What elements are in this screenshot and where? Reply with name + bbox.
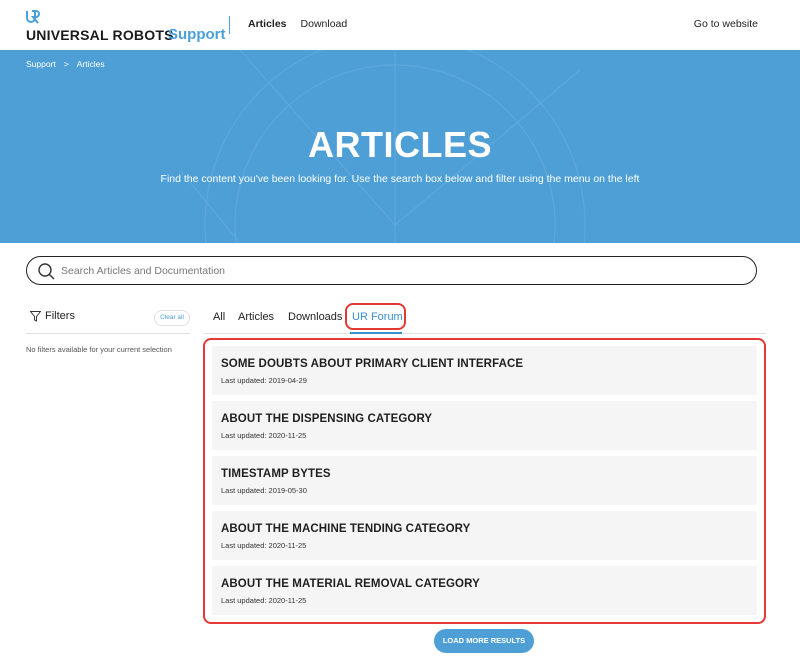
- clear-all-button[interactable]: Clear all: [154, 310, 190, 326]
- top-navigation-bar: UNIVERSAL ROBOTS Support Articles Downlo…: [0, 0, 800, 50]
- hero-banner: Support > Articles ARTICLES Find the con…: [0, 50, 800, 243]
- tab-all[interactable]: All: [213, 311, 225, 323]
- result-date: Last updated: 2019-05-30: [221, 486, 307, 495]
- result-title[interactable]: ABOUT THE MATERIAL REMOVAL CATEGORY: [221, 578, 480, 590]
- page-title: ARTICLES: [308, 124, 492, 165]
- ur-logo-icon: [26, 10, 40, 24]
- breadcrumb-articles[interactable]: Articles: [77, 59, 105, 69]
- result-title[interactable]: ABOUT THE DISPENSING CATEGORY: [221, 413, 432, 425]
- tab-downloads[interactable]: Downloads: [288, 311, 342, 323]
- breadcrumb: Support > Articles: [26, 59, 105, 69]
- result-card[interactable]: TIMESTAMP BYTES Last updated: 2019-05-30: [212, 456, 757, 505]
- result-date: Last updated: 2020-11-25: [221, 431, 307, 440]
- nav-articles[interactable]: Articles: [248, 18, 287, 30]
- result-date: Last updated: 2019-04-29: [221, 376, 307, 385]
- breadcrumb-separator: >: [63, 59, 69, 69]
- active-tab-indicator: [350, 332, 402, 334]
- filters-title: Filters: [45, 310, 75, 322]
- brand-logo[interactable]: UNIVERSAL ROBOTS Support: [26, 10, 226, 43]
- result-title[interactable]: TIMESTAMP BYTES: [221, 468, 331, 480]
- header-divider: [229, 16, 230, 34]
- result-date: Last updated: 2020-11-25: [221, 596, 307, 605]
- search-icon: [38, 263, 55, 280]
- load-more-button[interactable]: LOAD MORE RESULTS: [434, 629, 534, 653]
- result-card[interactable]: ABOUT THE MATERIAL REMOVAL CATEGORY Last…: [212, 566, 757, 615]
- result-card[interactable]: SOME DOUBTS ABOUT PRIMARY CLIENT INTERFA…: [212, 346, 757, 395]
- filters-header: Filters Clear all: [26, 308, 190, 334]
- search-bar: [26, 256, 757, 285]
- filter-funnel-icon: [30, 311, 41, 322]
- main-nav: Articles Download: [248, 18, 347, 30]
- result-card[interactable]: ABOUT THE MACHINE TENDING CATEGORY Last …: [212, 511, 757, 560]
- no-filters-message: No filters available for your current se…: [26, 345, 172, 354]
- brand-support-label: Support: [168, 26, 226, 43]
- go-to-website-link[interactable]: Go to website: [694, 18, 758, 30]
- result-card[interactable]: ABOUT THE DISPENSING CATEGORY Last updat…: [212, 401, 757, 450]
- tab-articles[interactable]: Articles: [238, 311, 274, 323]
- tab-highlight-annotation: [345, 303, 406, 330]
- result-title[interactable]: ABOUT THE MACHINE TENDING CATEGORY: [221, 523, 470, 535]
- content-tabs: All Articles Downloads UR Forum: [204, 306, 766, 334]
- result-title[interactable]: SOME DOUBTS ABOUT PRIMARY CLIENT INTERFA…: [221, 358, 523, 370]
- page-subtitle: Find the content you've been looking for…: [160, 173, 640, 185]
- result-date: Last updated: 2020-11-25: [221, 541, 307, 550]
- search-input[interactable]: [61, 261, 741, 281]
- brand-name: UNIVERSAL ROBOTS: [26, 27, 174, 43]
- nav-download[interactable]: Download: [301, 18, 348, 30]
- breadcrumb-support[interactable]: Support: [26, 59, 56, 69]
